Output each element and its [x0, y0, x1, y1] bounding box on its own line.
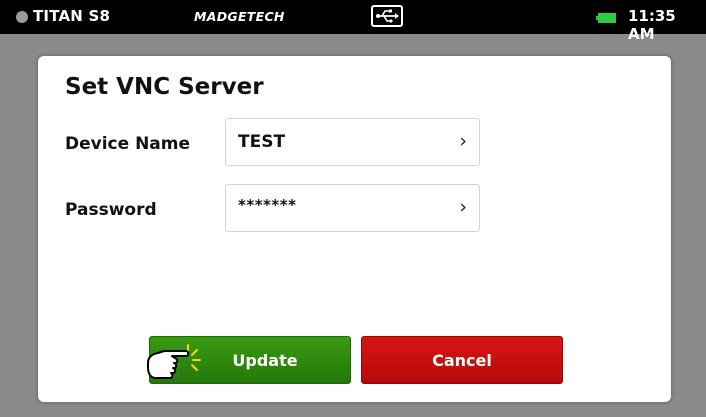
clock: 11:35 AM [628, 7, 676, 43]
update-button[interactable]: Update [147, 336, 351, 384]
cancel-button[interactable]: Cancel [361, 336, 563, 384]
password-label: Password [65, 200, 157, 220]
update-button-label: Update [232, 350, 298, 370]
chevron-right-icon: › [459, 196, 467, 218]
device-name-label: Device Name [65, 134, 191, 154]
pointing-hand-icon [147, 344, 201, 379]
device-name-field[interactable]: TEST › [225, 118, 480, 166]
usb-icon [371, 5, 403, 27]
brand-logo: MADGETECH [194, 9, 285, 24]
chevron-right-icon: › [459, 130, 467, 152]
battery-icon [596, 13, 616, 23]
status-indicator-dot [16, 11, 28, 23]
vnc-server-dialog: Set VNC Server Device Name TEST › Passwo… [38, 56, 671, 402]
status-bar: TITAN S8 MADGETECH 11:35 AM [0, 0, 706, 43]
password-field[interactable]: ******* › [225, 184, 480, 232]
dialog-title: Set VNC Server [65, 74, 264, 100]
device-name-value: TEST [238, 132, 286, 152]
password-value: ******* [238, 196, 297, 214]
cancel-button-label: Cancel [432, 350, 492, 370]
device-model-label: TITAN S8 [33, 7, 111, 25]
